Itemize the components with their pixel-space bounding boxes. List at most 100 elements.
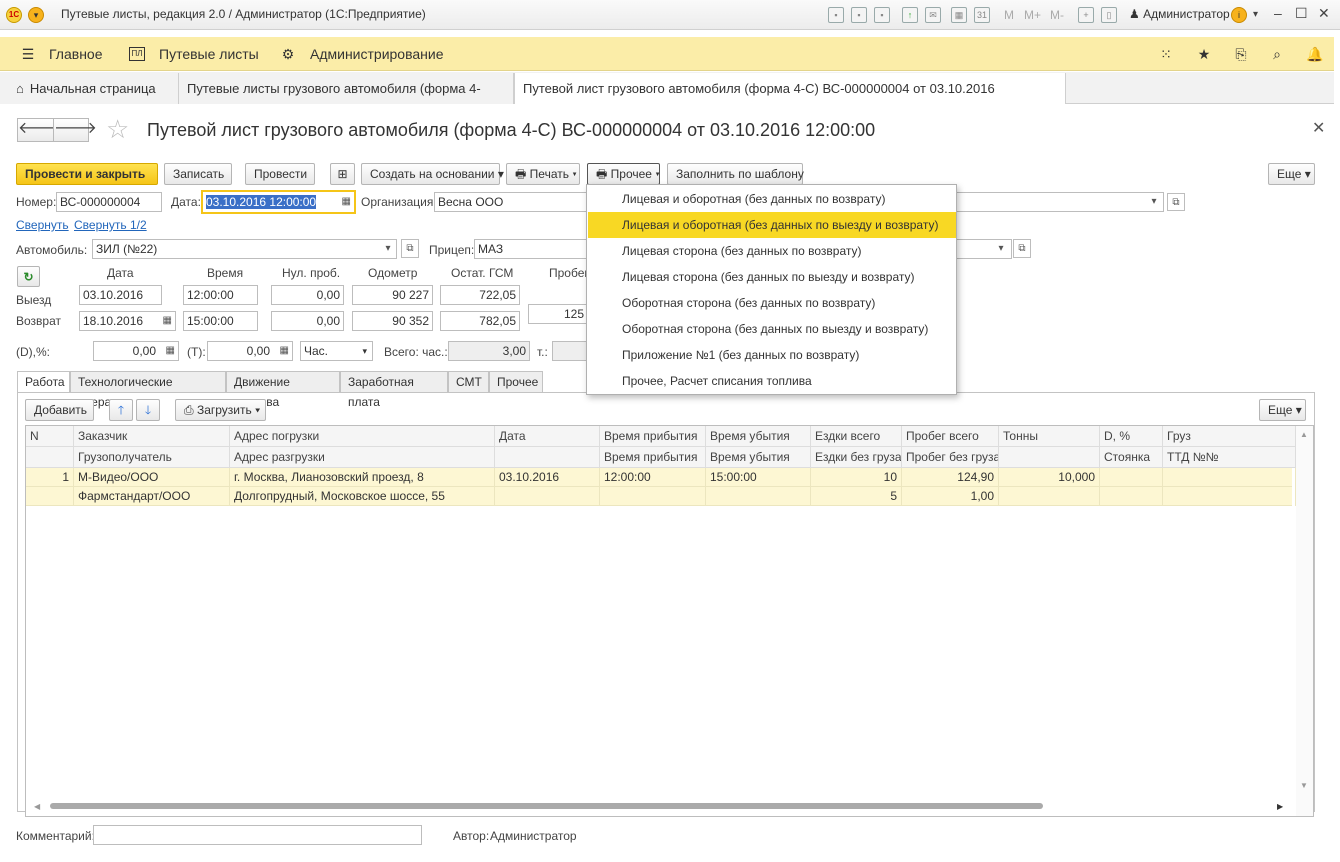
return-fuel-field[interactable]: 782,05 [440,311,520,331]
depart-fuel-field[interactable]: 722,05 [440,285,520,305]
add-row-button[interactable]: Добавить [25,399,94,421]
print-button[interactable]: 🖶 Печать ▾ [506,163,580,185]
mail-icon[interactable]: ✉ [925,7,941,23]
history-icon[interactable]: ⎘ [1233,46,1249,62]
tab-salary[interactable]: Заработная плата [340,371,448,409]
main-menu-button[interactable]: ▾ [28,7,44,23]
close-form-icon[interactable]: ✕ [1312,118,1325,138]
memory-plus-icon[interactable]: M+ [1024,8,1041,22]
tab-smt[interactable]: СМТ [448,371,489,393]
column-header[interactable]: Груз [1163,426,1296,447]
return-odometer-field[interactable]: 90 352 [352,311,433,331]
return-date-field[interactable]: 18.10.2016 ▦ [79,311,176,331]
comment-field[interactable] [93,825,422,845]
column-header[interactable] [999,447,1100,468]
print-icon[interactable]: ▪ [851,7,867,23]
section-main[interactable]: Главное [49,46,103,62]
number-field[interactable]: ВС-000000004 [56,192,162,212]
column-header[interactable] [495,447,600,468]
column-header[interactable]: Время убытия [706,426,811,447]
date-field[interactable]: 03.10.2016 12:00:00 ▦ [201,190,356,214]
export-icon[interactable]: ↑ [902,7,918,23]
favorites-star-icon[interactable]: ★ [1196,46,1212,62]
calendar-icon[interactable]: ▦ [163,312,172,330]
fill-by-template-button[interactable]: Заполнить по шаблону [667,163,804,185]
save-icon[interactable]: ▪ [828,7,844,23]
column-header[interactable]: N [26,426,74,447]
column-header[interactable]: Тонны [999,426,1100,447]
tab-waybill-doc[interactable]: Путевой лист грузового автомобиля (форма… [514,73,1066,127]
calendar-icon[interactable]: ▦ [342,192,351,212]
depart-odometer-field[interactable]: 90 227 [352,285,433,305]
column-header[interactable]: D, % [1100,426,1163,447]
scroll-thumb[interactable] [50,803,1043,809]
collapse-half-link[interactable]: Свернуть 1/2 [74,218,147,232]
notifications-bell-icon[interactable]: 🔔 [1306,46,1323,62]
menu-item[interactable]: Лицевая сторона (без данных по возврату) [588,238,956,264]
vertical-scrollbar[interactable]: ▲ ▼ [1296,426,1313,816]
tab-home[interactable]: ⌂ Начальная страница [0,73,179,104]
scroll-left-icon[interactable]: ◀ [34,802,40,811]
scroll-down-icon[interactable]: ▼ [1300,781,1308,790]
column-header[interactable]: Время убытия [706,447,811,468]
maximize-icon[interactable]: ☐ [1295,5,1308,22]
move-down-icon[interactable]: 🡓 [136,399,160,421]
info-icon[interactable]: i [1231,7,1247,23]
depart-zero-field[interactable]: 0,00 [271,285,344,305]
depart-time-field[interactable]: 12:00:00 [183,285,258,305]
horizontal-scrollbar[interactable]: ◀ ▶ [34,800,1284,812]
grid-more-button[interactable]: Еще ▾ [1259,399,1306,421]
open-icon[interactable]: ⧉ [401,239,419,258]
column-header[interactable]: Грузополучатель [74,447,230,468]
column-header[interactable]: Адрес погрузки [230,426,495,447]
section-admin[interactable]: Администрирование [310,46,444,62]
column-header[interactable]: ТТД №№ [1163,447,1296,468]
minimize-icon[interactable]: – [1274,5,1282,21]
menu-item[interactable]: Прочее, Расчет списания топлива [588,368,956,394]
calculator-icon[interactable]: ▦ [166,342,175,360]
section-waybills[interactable]: Путевые листы [159,46,259,62]
memory-m-icon[interactable]: M [1004,8,1014,22]
open-icon[interactable]: ⧉ [1167,193,1185,211]
column-header[interactable]: Пробег без груза [902,447,999,468]
open-icon[interactable]: ⧉ [1013,239,1031,258]
dropdown-icon[interactable]: ▾ [1145,193,1163,211]
post-and-close-button[interactable]: Провести и закрыть [16,163,158,185]
structure-icon[interactable]: ⊞ [330,163,355,185]
column-header[interactable]: Адрес разгрузки [230,447,495,468]
scroll-up-icon[interactable]: ▲ [1300,430,1308,439]
tab-fuel-movement[interactable]: Движение топлива [226,371,340,409]
collapse-link[interactable]: Свернуть [16,218,69,232]
tab-waybills-list[interactable]: Путевые листы грузового автомобиля (форм… [179,73,514,127]
return-time-field[interactable]: 15:00:00 [183,311,258,331]
tab-other[interactable]: Прочее [489,371,543,393]
search-icon[interactable]: ⌕ [1269,46,1285,62]
menu-item[interactable]: Оборотная сторона (без данных по выезду … [588,316,956,342]
dropdown-icon[interactable]: ▾ [992,240,1010,258]
unit-select[interactable]: Час. ▾ [300,341,373,361]
save-button[interactable]: Записать [164,163,232,185]
menu-item[interactable]: Лицевая сторона (без данных по выезду и … [588,264,956,290]
column-header[interactable]: Время прибытия [600,447,706,468]
apps-grid-icon[interactable]: ⁙ [1158,46,1174,62]
forward-button[interactable]: 🡒 [53,118,97,142]
t-field[interactable]: 0,00 ▦ [207,341,293,361]
column-header[interactable]: Пробег всего [902,426,999,447]
depart-date-field[interactable]: 03.10.2016 [79,285,162,305]
column-header[interactable]: Заказчик [74,426,230,447]
work-table[interactable]: N Заказчик Адрес погрузки Дата Время прибыти… [25,425,1314,817]
more-button[interactable]: Еще ▾ [1268,163,1315,185]
hamburger-icon[interactable]: ☰ [20,46,36,62]
calculator-icon[interactable]: ▦ [280,342,289,360]
current-user[interactable]: ♟ Администратор [1129,7,1230,21]
menu-item[interactable]: Приложение №1 (без данных по возврату) [588,342,956,368]
table-row[interactable]: 1 М-Видео/ООО г. Москва, Лианозовский прое… [26,468,1296,487]
column-header[interactable]: Время прибытия [600,426,706,447]
preview-icon[interactable]: ▪ [874,7,890,23]
return-zero-field[interactable]: 0,00 [271,311,344,331]
favorite-star-icon[interactable]: ☆ [106,116,129,142]
calendar-icon[interactable]: 31 [974,7,990,23]
d-field[interactable]: 0,00 ▦ [93,341,179,361]
column-header[interactable]: Стоянка [1100,447,1163,468]
tab-work[interactable]: Работа [17,371,70,393]
